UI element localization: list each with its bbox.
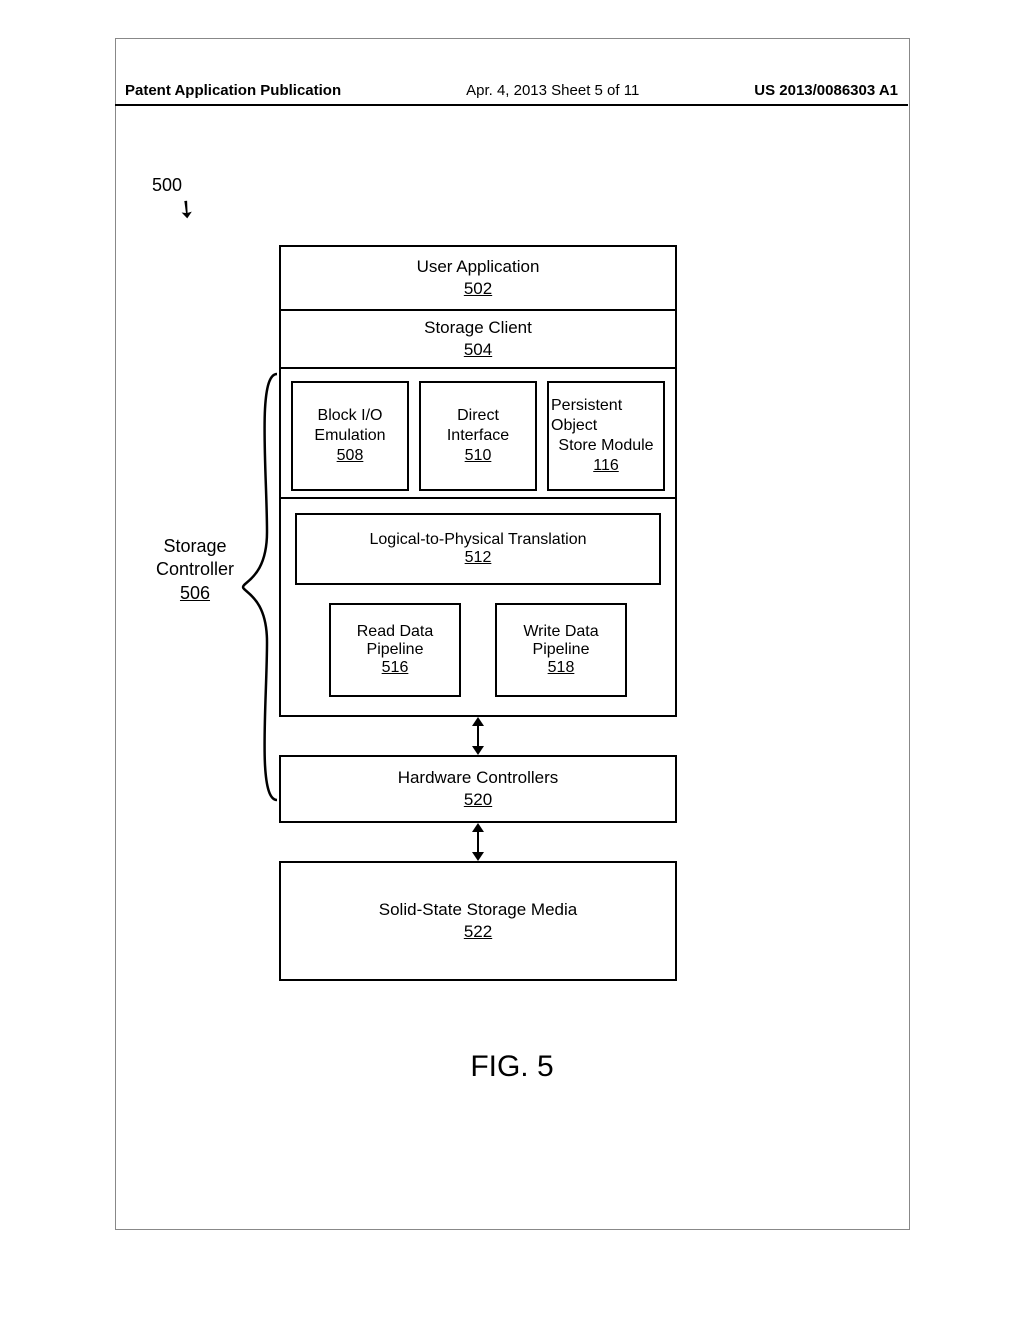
header-right: US 2013/0086303 A1: [754, 82, 898, 99]
double-arrow-icon: [470, 823, 486, 861]
direct-if-line1: Direct: [457, 406, 499, 426]
connector-2: [279, 823, 677, 861]
hw-ctrl-title: Hardware Controllers: [398, 767, 559, 789]
direct-if-line2: Interface: [447, 426, 509, 446]
controller-label-line1: Storage: [163, 536, 226, 556]
storage-controller-label: Storage Controller 506: [140, 535, 250, 605]
user-application-title: User Application: [417, 256, 540, 278]
diagram: User Application 502 Storage Client 504 …: [279, 245, 677, 981]
pipelines-row: Read Data Pipeline 516 Write Data Pipeli…: [295, 603, 661, 697]
connector-1: [279, 717, 677, 755]
double-arrow-icon: [470, 717, 486, 755]
block-io-line1: Block I/O: [318, 406, 383, 426]
read-pipe-line1: Read Data: [357, 623, 434, 641]
logical-to-physical-translation-box: Logical-to-Physical Translation 512: [295, 513, 661, 585]
write-pipe-num: 518: [548, 659, 575, 677]
direct-interface-box: Direct Interface 510: [419, 381, 537, 491]
block-io-line2: Emulation: [314, 426, 385, 446]
reference-numeral: 500: [152, 175, 182, 196]
read-data-pipeline-box: Read Data Pipeline 516: [329, 603, 461, 697]
user-application-box: User Application 502: [279, 245, 677, 309]
storage-client-title: Storage Client: [424, 317, 532, 339]
write-pipe-line1: Write Data: [523, 623, 598, 641]
l2p-num: 512: [465, 549, 492, 567]
ss-media-num: 522: [464, 921, 492, 943]
write-data-pipeline-box: Write Data Pipeline 518: [495, 603, 627, 697]
storage-client-num: 504: [464, 339, 492, 361]
hw-ctrl-num: 520: [464, 789, 492, 811]
direct-if-num: 510: [465, 446, 492, 466]
header-rule: [115, 104, 908, 106]
block-io-emulation-box: Block I/O Emulation 508: [291, 381, 409, 491]
header-center: Apr. 4, 2013 Sheet 5 of 11: [456, 82, 639, 99]
block-io-num: 508: [337, 446, 364, 466]
pos-line2: Store Module: [558, 436, 653, 456]
controller-label-num: 506: [180, 583, 210, 603]
storage-client-box: Storage Client 504: [279, 309, 677, 369]
solid-state-storage-media-box: Solid-State Storage Media 522: [279, 861, 677, 981]
write-pipe-line2: Pipeline: [533, 641, 590, 659]
persistent-object-store-module-box: Persistent Object Store Module 116: [547, 381, 665, 491]
read-pipe-num: 516: [382, 659, 409, 677]
translation-container: Logical-to-Physical Translation 512 Read…: [279, 499, 677, 717]
l2p-title: Logical-to-Physical Translation: [370, 531, 587, 549]
read-pipe-line2: Pipeline: [367, 641, 424, 659]
ss-media-title: Solid-State Storage Media: [379, 899, 577, 921]
pos-line1: Persistent Object: [551, 396, 661, 436]
user-application-num: 502: [464, 278, 492, 300]
hardware-controllers-box: Hardware Controllers 520: [279, 755, 677, 823]
figure-caption: FIG. 5: [0, 1050, 1024, 1084]
header-left: Patent Application Publication: [125, 82, 341, 99]
pos-num: 116: [593, 456, 619, 476]
page-header: Patent Application Publication Apr. 4, 2…: [125, 82, 898, 99]
controller-label-line2: Controller: [156, 559, 234, 579]
interfaces-row: Block I/O Emulation 508 Direct Interface…: [279, 369, 677, 499]
